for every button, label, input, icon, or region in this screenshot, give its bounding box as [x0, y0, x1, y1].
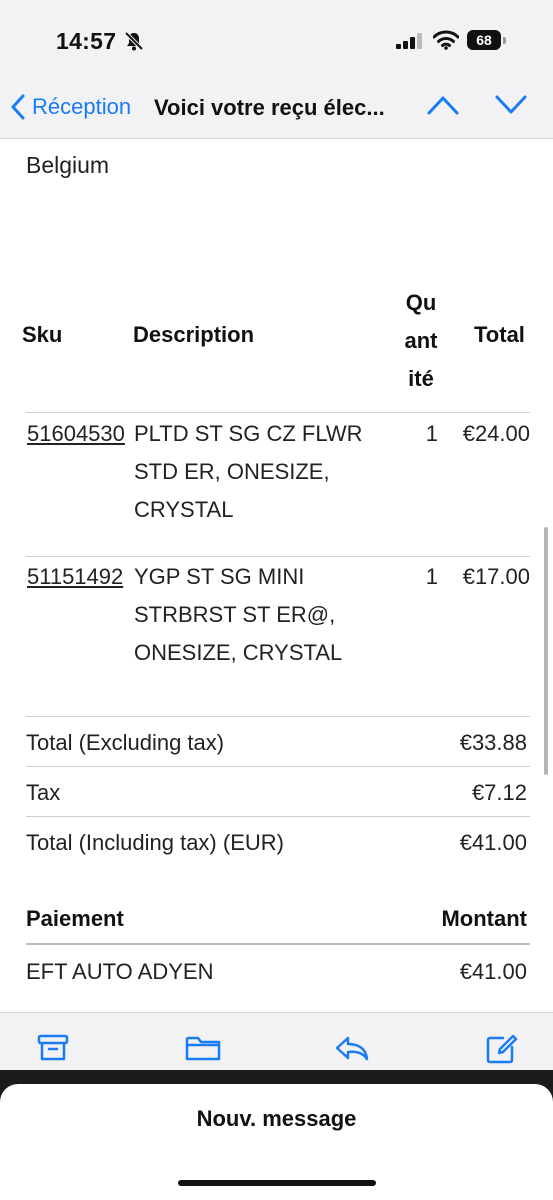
archive-icon[interactable]: [37, 1033, 69, 1063]
silent-bell-icon: [124, 31, 144, 51]
payment-method: EFT AUTO ADYEN: [26, 959, 214, 984]
description-line: CRYSTAL: [134, 497, 234, 522]
column-header-sku: Sku: [22, 322, 63, 347]
payment-amount: €41.00: [459, 959, 527, 984]
battery-tip: [503, 37, 506, 44]
divider: [26, 766, 530, 767]
item-description: PLTD ST SG CZ FLWR STD ER, ONESIZE, CRYS…: [134, 415, 384, 529]
subtotal-value: €33.88: [459, 730, 527, 755]
subtotal-label: Total (Excluding tax): [26, 730, 225, 755]
status-time: 14:57: [56, 28, 117, 54]
email-body[interactable]: Belgium Sku Description Qu ant ité Total…: [0, 139, 553, 1011]
chevron-left-icon: [11, 94, 25, 120]
compose-icon[interactable]: [485, 1033, 519, 1065]
divider: [26, 943, 530, 945]
new-message-title[interactable]: Nouv. message: [0, 1106, 553, 1132]
item-total: €24.00: [462, 421, 530, 446]
divider: [26, 412, 530, 413]
payment-header-method: Paiement: [26, 906, 124, 931]
scrollbar[interactable]: [544, 527, 548, 775]
divider: [26, 556, 530, 557]
payment-header-amount: Montant: [441, 906, 527, 931]
cellular-signal-icon: [396, 33, 422, 49]
description-line: ONESIZE, CRYSTAL: [134, 640, 343, 665]
item-sku-link[interactable]: 51604530: [27, 415, 125, 453]
tax-value: €7.12: [471, 780, 527, 805]
column-header-description: Description: [133, 322, 255, 347]
battery-indicator: 68: [467, 30, 501, 50]
item-total: €17.00: [462, 564, 530, 589]
quantity-header-line: Qu: [405, 290, 437, 315]
previous-message-chevron-up-icon[interactable]: [426, 94, 460, 116]
grand-total-value: €41.00: [459, 830, 527, 855]
back-label: Réception: [32, 94, 132, 119]
new-message-sheet[interactable]: Nouv. message: [0, 1084, 553, 1200]
divider: [26, 716, 530, 717]
item-description: YGP ST SG MINI STRBRST ST ER@, ONESIZE, …: [134, 558, 384, 672]
item-quantity: 1: [425, 421, 438, 446]
item-sku-link[interactable]: 51151492: [27, 558, 123, 596]
back-button[interactable]: Réception: [10, 92, 131, 122]
description-line: YGP ST SG MINI: [134, 564, 305, 589]
description-line: STD ER, ONESIZE,: [134, 459, 330, 484]
address-country: Belgium: [26, 152, 110, 178]
quantity-header-line: ité: [408, 366, 434, 391]
tax-label: Tax: [26, 780, 61, 805]
home-indicator[interactable]: [178, 1180, 376, 1186]
folder-icon[interactable]: [185, 1033, 221, 1063]
divider: [26, 816, 530, 817]
wifi-icon: [433, 30, 459, 50]
nav-bar: Réception Voici votre reçu élec...: [0, 78, 553, 139]
description-line: STRBRST ST ER@,: [134, 602, 336, 627]
next-message-chevron-down-icon[interactable]: [494, 94, 528, 116]
column-header-total: Total: [474, 322, 525, 347]
description-line: PLTD ST SG CZ FLWR: [134, 421, 363, 446]
page-title: Voici votre reçu élec...: [154, 95, 385, 120]
reply-icon[interactable]: [334, 1033, 370, 1063]
item-quantity: 1: [425, 564, 438, 589]
status-bar: 14:57 68: [0, 0, 553, 78]
quantity-header-line: ant: [404, 328, 438, 353]
grand-total-label: Total (Including tax) (EUR): [26, 830, 284, 855]
column-header-quantity: Qu ant ité: [395, 284, 447, 398]
